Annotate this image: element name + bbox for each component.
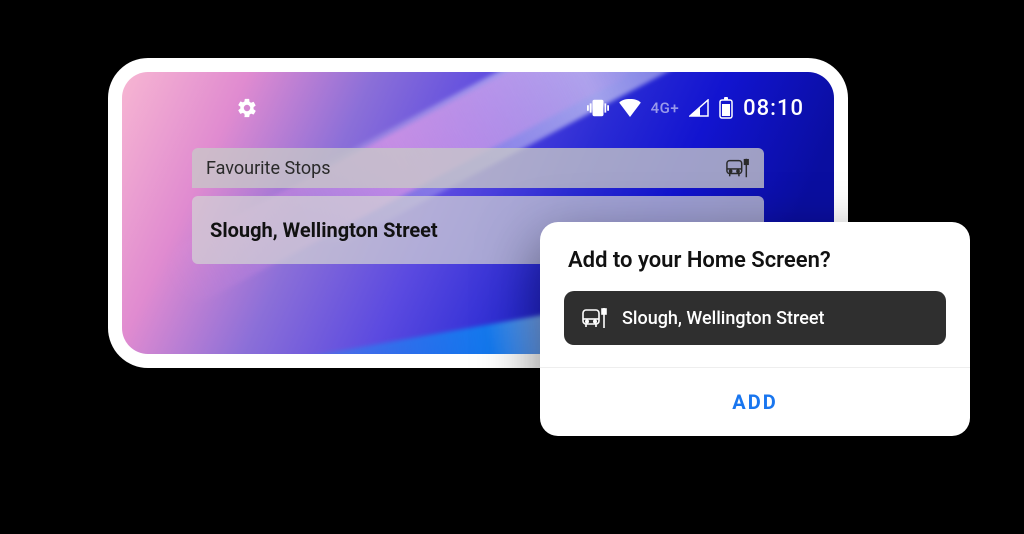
widget-title: Favourite Stops (206, 158, 331, 179)
dialog-title: Add to your Home Screen? (540, 222, 970, 291)
vibrate-icon (587, 97, 609, 119)
battery-icon (719, 97, 733, 119)
add-to-home-dialog: Add to your Home Screen? Slough, Welling… (540, 222, 970, 436)
add-button[interactable]: ADD (540, 367, 970, 436)
bus-stop-icon (582, 306, 608, 330)
bus-stop-icon (726, 157, 750, 179)
widget-header: Favourite Stops (192, 148, 764, 188)
signal-icon (689, 99, 709, 117)
dialog-widget-preview: Slough, Wellington Street (564, 291, 946, 345)
status-bar: 4G+ 08:10 (122, 94, 834, 122)
dialog-chip-label: Slough, Wellington Street (622, 308, 824, 329)
network-label: 4G+ (651, 99, 680, 117)
clock: 08:10 (743, 96, 804, 121)
stop-name: Slough, Wellington Street (210, 218, 438, 242)
settings-icon[interactable] (236, 97, 258, 119)
wifi-icon (619, 99, 641, 117)
